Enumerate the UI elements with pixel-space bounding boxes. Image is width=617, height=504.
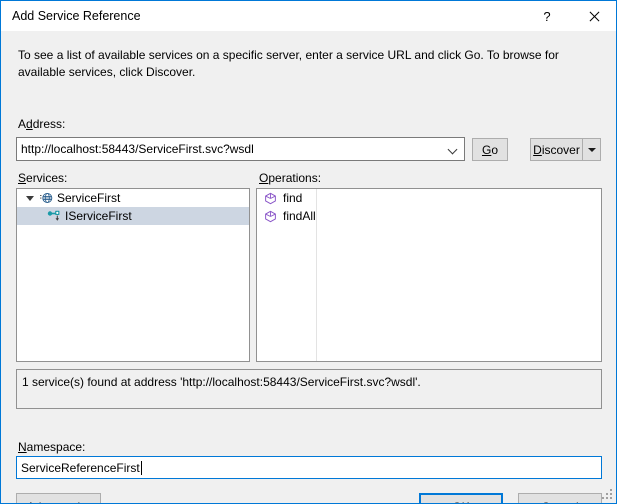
operations-column-divider bbox=[316, 189, 317, 361]
close-icon bbox=[588, 11, 599, 22]
address-input[interactable]: http://localhost:58443/ServiceFirst.svc?… bbox=[17, 142, 442, 156]
discover-dropdown-button[interactable] bbox=[582, 139, 600, 160]
advanced-button[interactable]: Advanced... bbox=[16, 493, 101, 503]
question-mark-icon: ? bbox=[543, 8, 551, 24]
instruction-text: To see a list of available services on a… bbox=[18, 48, 559, 79]
operation-item[interactable]: findAll bbox=[257, 207, 601, 225]
namespace-accel-key: N bbox=[18, 440, 27, 454]
address-accel-key: d bbox=[26, 117, 33, 131]
triangle-expanded-icon bbox=[26, 196, 34, 201]
interface-icon bbox=[45, 208, 62, 224]
triangle-down-icon bbox=[587, 147, 596, 152]
address-dropdown-button[interactable] bbox=[442, 138, 464, 160]
method-icon bbox=[262, 210, 279, 223]
services-tree[interactable]: ServiceFirst IServiceFirst bbox=[16, 188, 250, 362]
discover-split-button[interactable]: Discover bbox=[530, 138, 601, 161]
close-button[interactable] bbox=[570, 2, 616, 31]
namespace-label: Namespace: bbox=[18, 440, 86, 454]
add-service-reference-dialog: Add Service Reference ? To see a list of… bbox=[0, 0, 617, 504]
ok-button-label: OK bbox=[452, 500, 469, 504]
operations-label: Operations: bbox=[259, 171, 322, 185]
namespace-input[interactable]: ServiceReferenceFirst bbox=[17, 461, 140, 475]
discover-accel-key: D bbox=[533, 142, 542, 157]
window-title: Add Service Reference bbox=[12, 9, 141, 23]
globe-icon bbox=[37, 191, 54, 205]
cancel-button-label: Cancel bbox=[541, 500, 578, 504]
services-label: Services: bbox=[18, 171, 68, 185]
title-bar: Add Service Reference ? bbox=[1, 1, 616, 31]
go-button[interactable]: Go bbox=[472, 138, 508, 161]
text-caret bbox=[140, 460, 142, 475]
tree-item-label: ServiceFirst bbox=[57, 191, 121, 205]
address-combobox[interactable]: http://localhost:58443/ServiceFirst.svc?… bbox=[16, 137, 465, 161]
services-accel-key: S bbox=[18, 171, 27, 185]
cancel-button[interactable]: Cancel bbox=[518, 493, 602, 504]
ok-button[interactable]: OK bbox=[419, 493, 503, 504]
address-label: Address: bbox=[18, 117, 66, 131]
status-message: 1 service(s) found at address 'http://lo… bbox=[16, 369, 602, 409]
tree-item-interface[interactable]: IServiceFirst bbox=[17, 207, 249, 225]
tree-item-label: IServiceFirst bbox=[65, 209, 132, 223]
discover-button[interactable]: Discover bbox=[531, 139, 582, 160]
namespace-field[interactable]: ServiceReferenceFirst bbox=[16, 456, 602, 479]
tree-item-service[interactable]: ServiceFirst bbox=[17, 189, 249, 207]
operation-item[interactable]: find bbox=[257, 189, 601, 207]
chevron-down-icon bbox=[449, 145, 457, 153]
expander-toggle[interactable] bbox=[23, 195, 37, 201]
operation-label: find bbox=[283, 191, 303, 205]
operations-list[interactable]: find findAll bbox=[256, 188, 602, 362]
help-button[interactable]: ? bbox=[524, 2, 570, 31]
method-icon bbox=[262, 192, 279, 205]
operations-accel-key: O bbox=[259, 171, 269, 185]
dialog-body: To see a list of available services on a… bbox=[2, 31, 615, 504]
go-accel-key: G bbox=[481, 142, 492, 157]
resize-grip[interactable] bbox=[600, 487, 612, 499]
operation-label: findAll bbox=[283, 209, 316, 223]
